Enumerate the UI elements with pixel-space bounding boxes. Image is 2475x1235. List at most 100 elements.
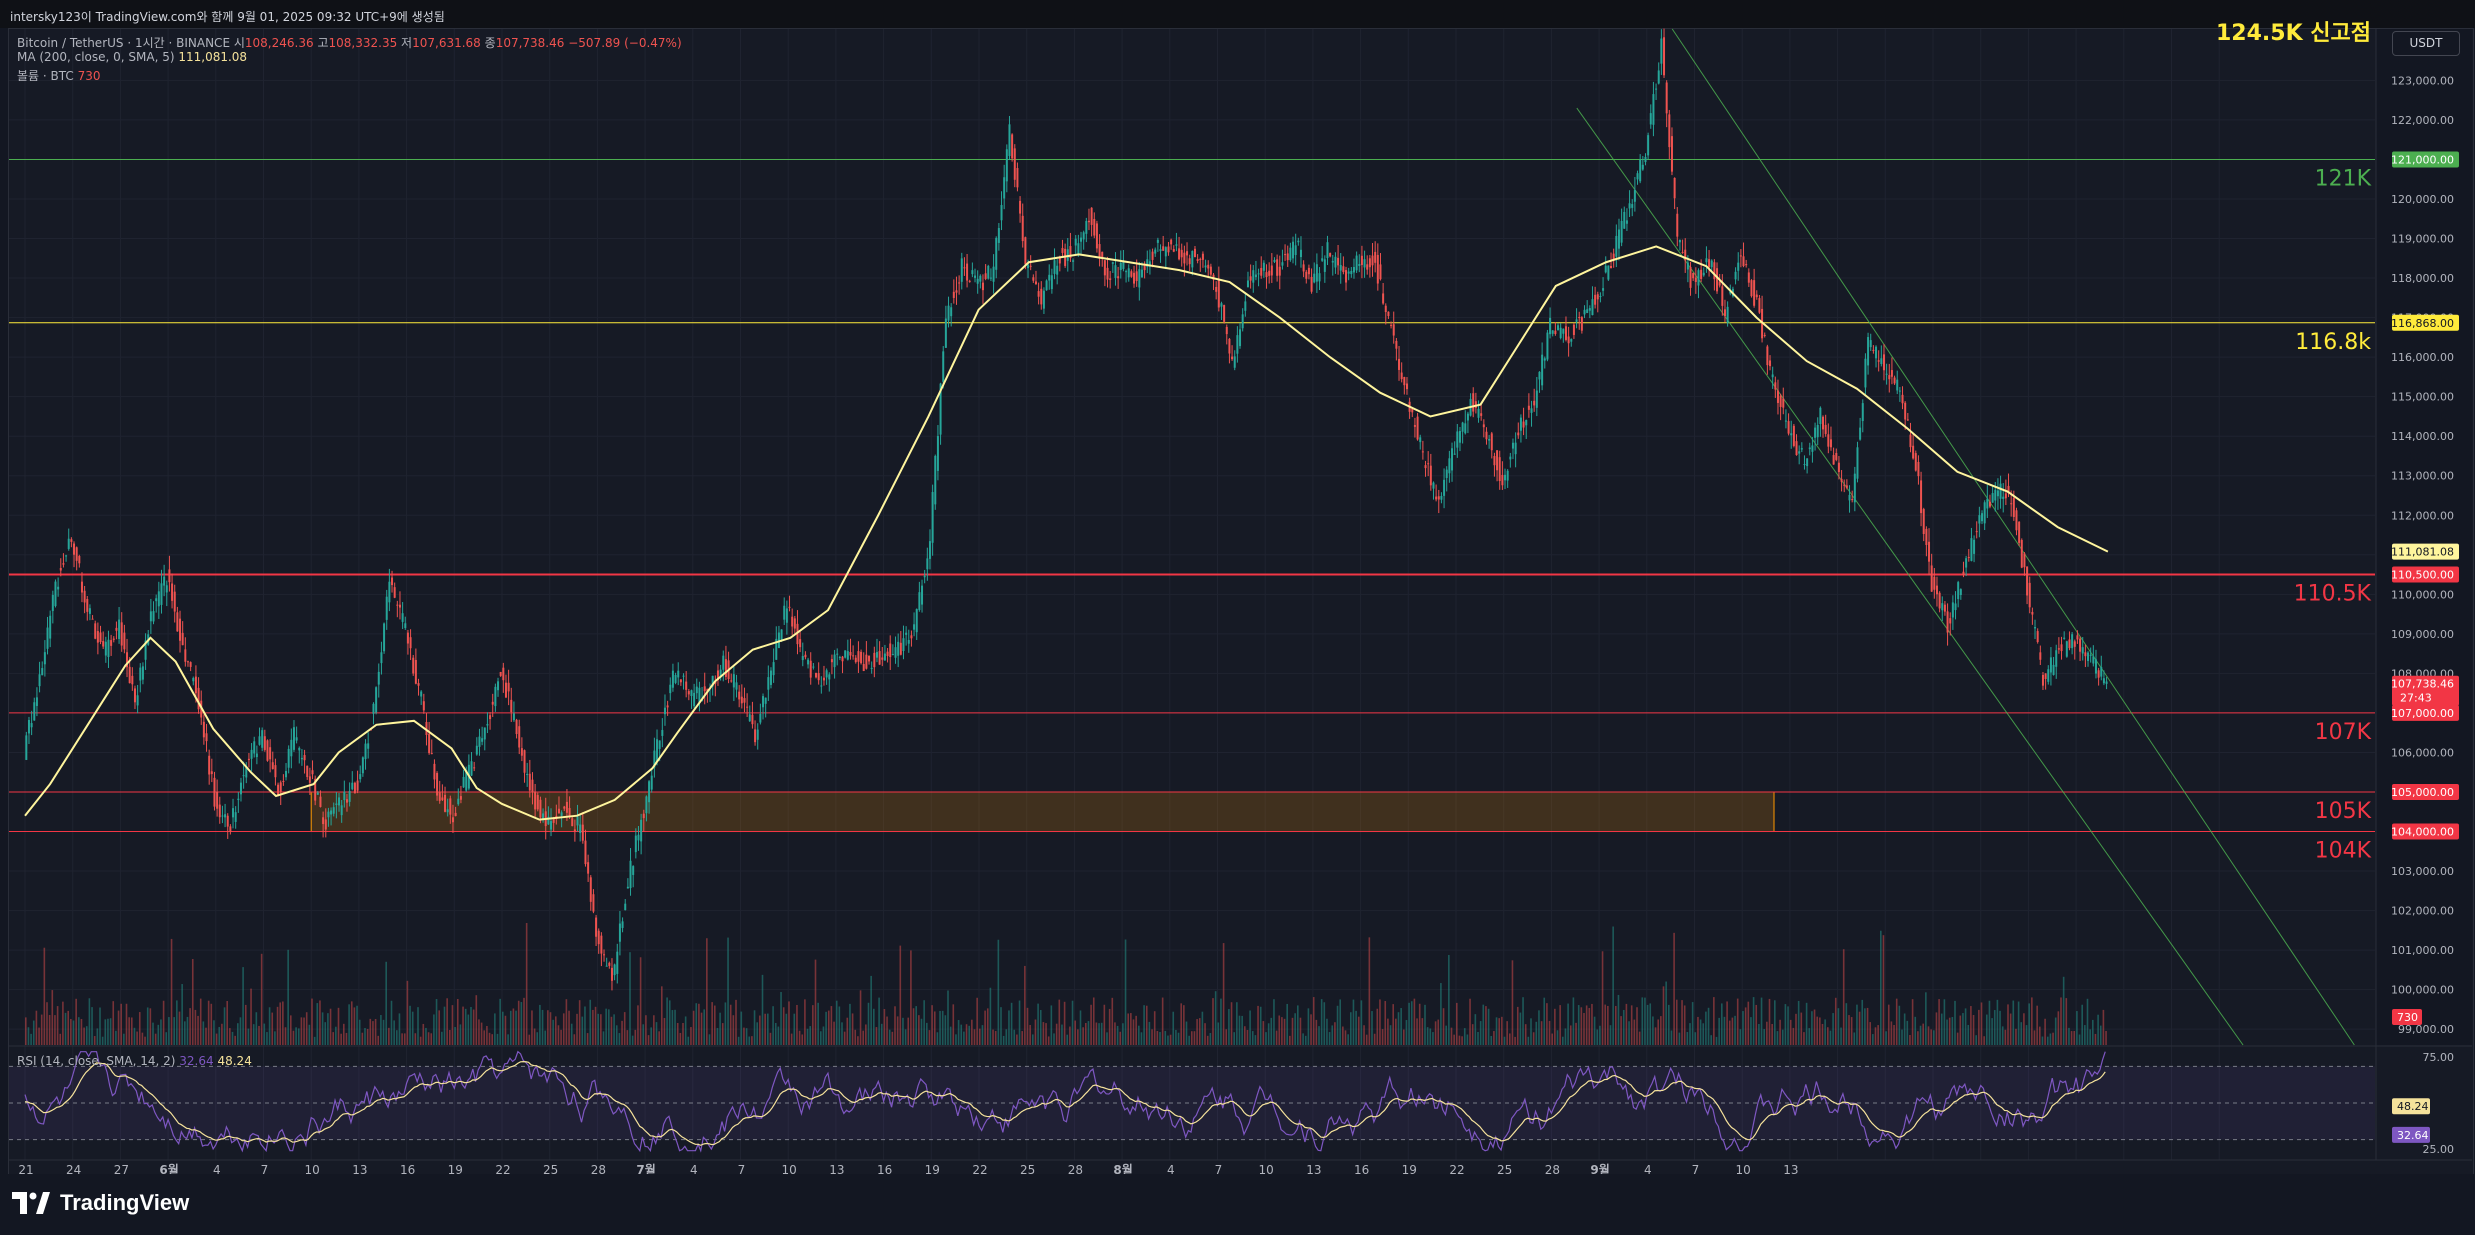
candle-body [897, 641, 900, 656]
volume-bar [1583, 1012, 1585, 1045]
volume-bar [1622, 1009, 1625, 1045]
candle-body [1599, 296, 1602, 298]
candle-body [1938, 592, 1941, 609]
volume-bar [101, 1036, 104, 1045]
volume-bar [1811, 1011, 1813, 1045]
candle-body [1175, 244, 1178, 246]
legend-line-ma[interactable]: MA (200, close, 0, SMA, 5) 111,081.08 [17, 50, 247, 64]
volume-bar [986, 1008, 989, 1045]
candle-body [59, 567, 62, 571]
candle-body [481, 738, 484, 742]
volume-bar [989, 987, 992, 1045]
volume-bar [215, 1033, 218, 1045]
candle-body [2079, 638, 2082, 652]
candle-body [1376, 254, 1379, 284]
volume-bar [313, 1036, 316, 1045]
volume-bar [2062, 976, 2065, 1045]
candle-body [2039, 652, 2042, 660]
candle-body [1133, 272, 1136, 284]
volume-bar [491, 1034, 493, 1045]
candle-body [221, 815, 224, 817]
candle-body [1790, 433, 1793, 436]
volume-bar [1919, 1025, 1922, 1045]
chart-svg[interactable]: 121K116.8k110.5K107K105K104K124.5K 신고점99… [0, 0, 2475, 1235]
level-axis-tag-3: 107,000.00 [2391, 707, 2454, 720]
candle-body [1167, 246, 1170, 253]
tradingview-logo[interactable]: TradingView [12, 1187, 189, 1219]
volume-bar [676, 1023, 679, 1045]
candle-body [1233, 356, 1236, 368]
volume-bar [1395, 1018, 1397, 1045]
candle-body [648, 781, 651, 803]
candle-body [1586, 309, 1589, 314]
candle-body [441, 797, 444, 801]
volume-bar [1856, 1004, 1858, 1045]
volume-bar [1593, 1016, 1596, 1045]
volume-bar [684, 1016, 687, 1045]
candle-body [242, 775, 245, 777]
volume-bar [687, 1036, 690, 1045]
volume-bar [1294, 1013, 1296, 1045]
legend-line-volume[interactable]: 볼륨 · BTC 730 [17, 67, 101, 84]
legend-high-label: 고 [317, 36, 329, 50]
volume-bar [1286, 1003, 1288, 1045]
legend-symbol[interactable]: Bitcoin / TetherUS · 1시간 · BINANCE [17, 36, 230, 50]
volume-bar [963, 1031, 965, 1045]
candle-body [1723, 309, 1726, 317]
volume-bar [1609, 1025, 1612, 1045]
volume-bar [1408, 1002, 1410, 1045]
volume-bar [480, 1022, 483, 1045]
candle-body [1633, 190, 1636, 202]
volume-bar [1403, 1029, 1405, 1045]
volume-bar [878, 997, 880, 1045]
candle-body [282, 780, 285, 782]
candle-body [1880, 358, 1883, 364]
candle-body [640, 819, 643, 842]
candle-body [1647, 135, 1650, 156]
candle-body [817, 673, 820, 681]
volume-bar [637, 1005, 639, 1045]
candle-body [740, 696, 743, 704]
candle-body [629, 860, 632, 889]
candle-body [1898, 390, 1901, 392]
volume-bar [1734, 1015, 1736, 1045]
volume-bar [1880, 930, 1882, 1045]
candle-body [385, 596, 388, 620]
volume-bar [851, 1013, 854, 1045]
candle-body [974, 275, 977, 278]
volume-bar [1461, 1036, 1463, 1045]
currency-button[interactable]: USDT [2392, 31, 2460, 56]
candle-body [457, 798, 460, 805]
volume-bar [700, 1012, 703, 1045]
volume-bar [952, 1004, 955, 1045]
rsi-legend[interactable]: RSI (14, close, SMA, 14, 2) 32.64 48.24 [17, 1054, 252, 1068]
volume-bar [184, 1021, 186, 1045]
volume-bar [496, 1033, 499, 1045]
candle-body [1042, 290, 1045, 309]
volume-bar [327, 1013, 329, 1045]
volume-bar [1975, 1035, 1977, 1045]
volume-bar [541, 1009, 544, 1045]
volume-bar [287, 949, 289, 1045]
volume-bar [1948, 1017, 1951, 1045]
candle-body [878, 651, 881, 665]
volume-bar [1779, 1019, 1781, 1045]
volume-bar [2017, 1001, 2020, 1045]
volume-bar [1153, 1011, 1156, 1045]
volume-bar [1970, 1006, 1972, 1045]
volume-bar [671, 1010, 674, 1045]
volume-bar [470, 1006, 472, 1045]
volume-bar [419, 1036, 422, 1045]
candle-body [1488, 438, 1491, 441]
candle-body [2028, 582, 2031, 608]
volume-bar [1524, 1024, 1527, 1045]
volume-bar [1872, 1034, 1874, 1045]
candle-body [2026, 566, 2029, 596]
candle-body [1766, 346, 1769, 366]
candle-body [1196, 259, 1199, 261]
volume-bar [814, 959, 817, 1045]
candle-body [1803, 464, 1806, 466]
candle-body [1252, 270, 1255, 283]
volume-bar [2033, 1030, 2036, 1045]
volume-bar [1933, 1030, 1935, 1045]
